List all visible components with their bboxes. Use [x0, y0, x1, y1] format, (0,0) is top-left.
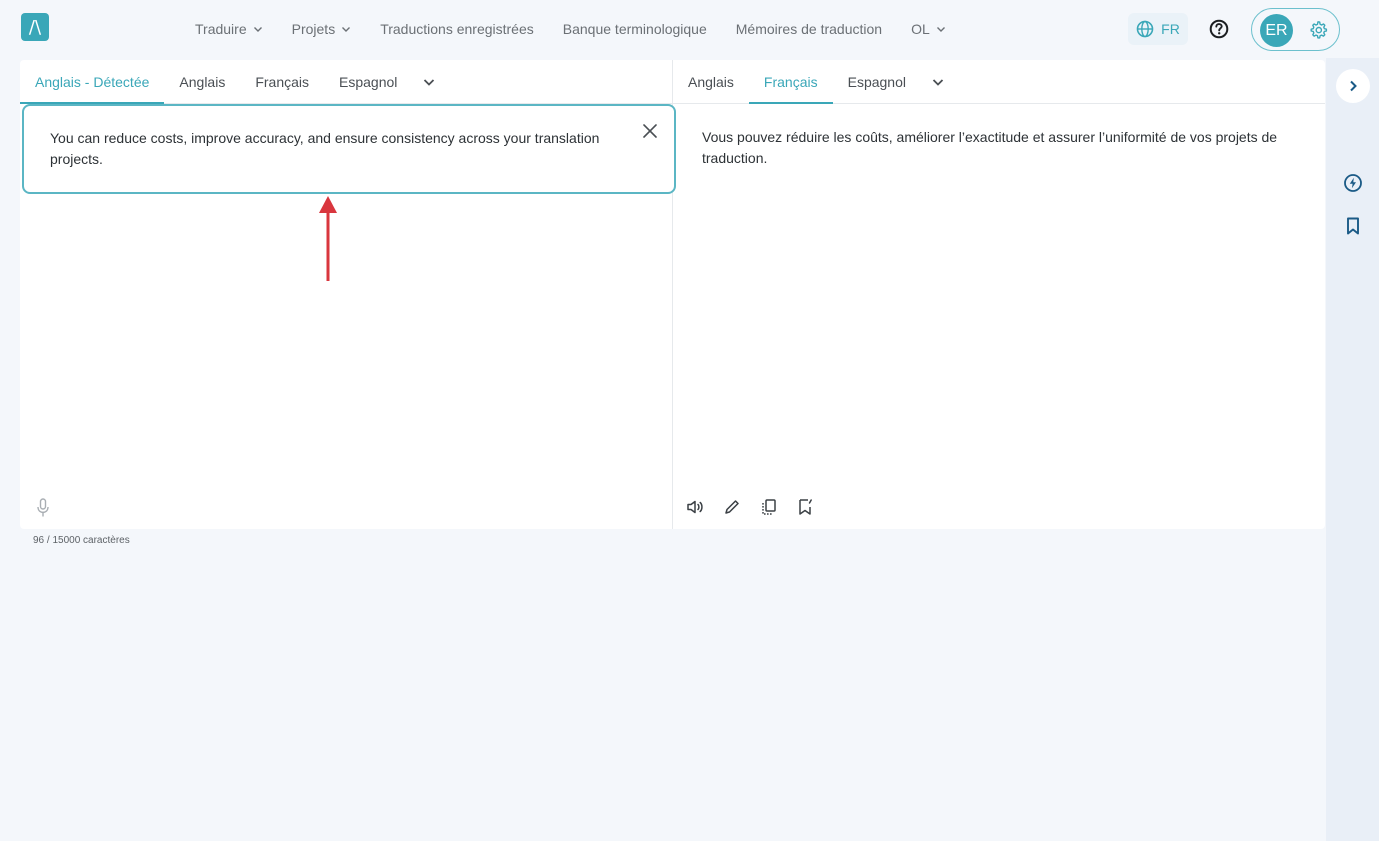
copy-icon[interactable]	[759, 497, 779, 517]
nav-label: Mémoires de traduction	[735, 21, 883, 37]
gear-icon[interactable]	[1308, 20, 1328, 40]
tab-target-english[interactable]: Anglais	[673, 60, 749, 103]
nav-termbase[interactable]: Banque terminologique	[563, 21, 707, 37]
source-more-languages[interactable]	[412, 60, 446, 103]
nav-label: Traductions enregistrées	[380, 21, 534, 37]
nav-traduire[interactable]: Traduire	[195, 21, 263, 37]
user-menu[interactable]: ER	[1251, 8, 1340, 51]
chevron-down-icon	[424, 78, 435, 86]
bookmark-icon[interactable]	[1343, 216, 1363, 236]
chevron-right-icon	[1350, 80, 1357, 92]
help-icon[interactable]	[1209, 19, 1229, 39]
tab-source-detected[interactable]: Anglais - Détectée	[20, 60, 165, 104]
chevron-down-icon	[936, 27, 945, 32]
expand-panel-button[interactable]	[1336, 69, 1370, 103]
globe-icon	[1136, 20, 1154, 38]
target-pane: Anglais Français Espagnol Vous pouvez ré…	[673, 60, 1325, 529]
tab-source-french[interactable]: Français	[240, 60, 324, 103]
source-text-area[interactable]: You can reduce costs, improve accuracy, …	[22, 104, 676, 194]
bookmark-check-icon[interactable]	[796, 497, 816, 517]
annotation-arrow-icon	[319, 196, 337, 281]
nav-translation-memories[interactable]: Mémoires de traduction	[736, 21, 882, 37]
target-language-tabs: Anglais Français Espagnol	[673, 60, 1325, 104]
side-rail	[1326, 58, 1379, 841]
source-language-tabs: Anglais - Détectée Anglais Français Espa…	[20, 60, 672, 104]
ui-language-button[interactable]: FR	[1128, 13, 1188, 45]
microphone-icon[interactable]	[35, 498, 51, 518]
character-counter: 96 / 15000 caractères	[33, 535, 130, 546]
ui-language-label: FR	[1161, 21, 1180, 37]
target-more-languages[interactable]	[921, 60, 955, 103]
pencil-icon[interactable]	[722, 497, 742, 517]
app-logo[interactable]: /\	[21, 13, 49, 41]
top-navigation: /\ Traduire Projets Traductions enregist…	[0, 0, 1379, 58]
target-toolbar	[685, 497, 816, 517]
source-text[interactable]: You can reduce costs, improve accuracy, …	[50, 128, 630, 170]
nav-organization[interactable]: OL	[911, 21, 946, 37]
nav-label: Projets	[291, 21, 336, 37]
nav-saved-translations[interactable]: Traductions enregistrées	[380, 21, 534, 37]
avatar[interactable]: ER	[1260, 14, 1293, 47]
nav-label: Banque terminologique	[562, 21, 707, 37]
nav-label: OL	[911, 21, 930, 37]
translated-text: Vous pouvez réduire les coûts, améliorer…	[702, 129, 1278, 166]
chevron-down-icon	[932, 78, 944, 86]
main-nav: Traduire Projets Traductions enregistrée…	[195, 0, 975, 58]
chevron-down-icon	[253, 27, 262, 32]
nav-label: Traduire	[195, 21, 247, 37]
tab-source-english[interactable]: Anglais	[164, 60, 240, 103]
speaker-icon[interactable]	[685, 497, 705, 517]
chevron-down-icon	[342, 27, 351, 32]
tab-target-french[interactable]: Français	[748, 60, 833, 104]
nav-projets[interactable]: Projets	[292, 21, 352, 37]
tab-source-spanish[interactable]: Espagnol	[324, 60, 412, 103]
tab-target-spanish[interactable]: Espagnol	[833, 60, 921, 103]
lightning-icon[interactable]	[1343, 173, 1363, 193]
close-icon[interactable]	[642, 123, 658, 139]
translation-card: Anglais - Détectée Anglais Français Espa…	[20, 60, 1325, 529]
